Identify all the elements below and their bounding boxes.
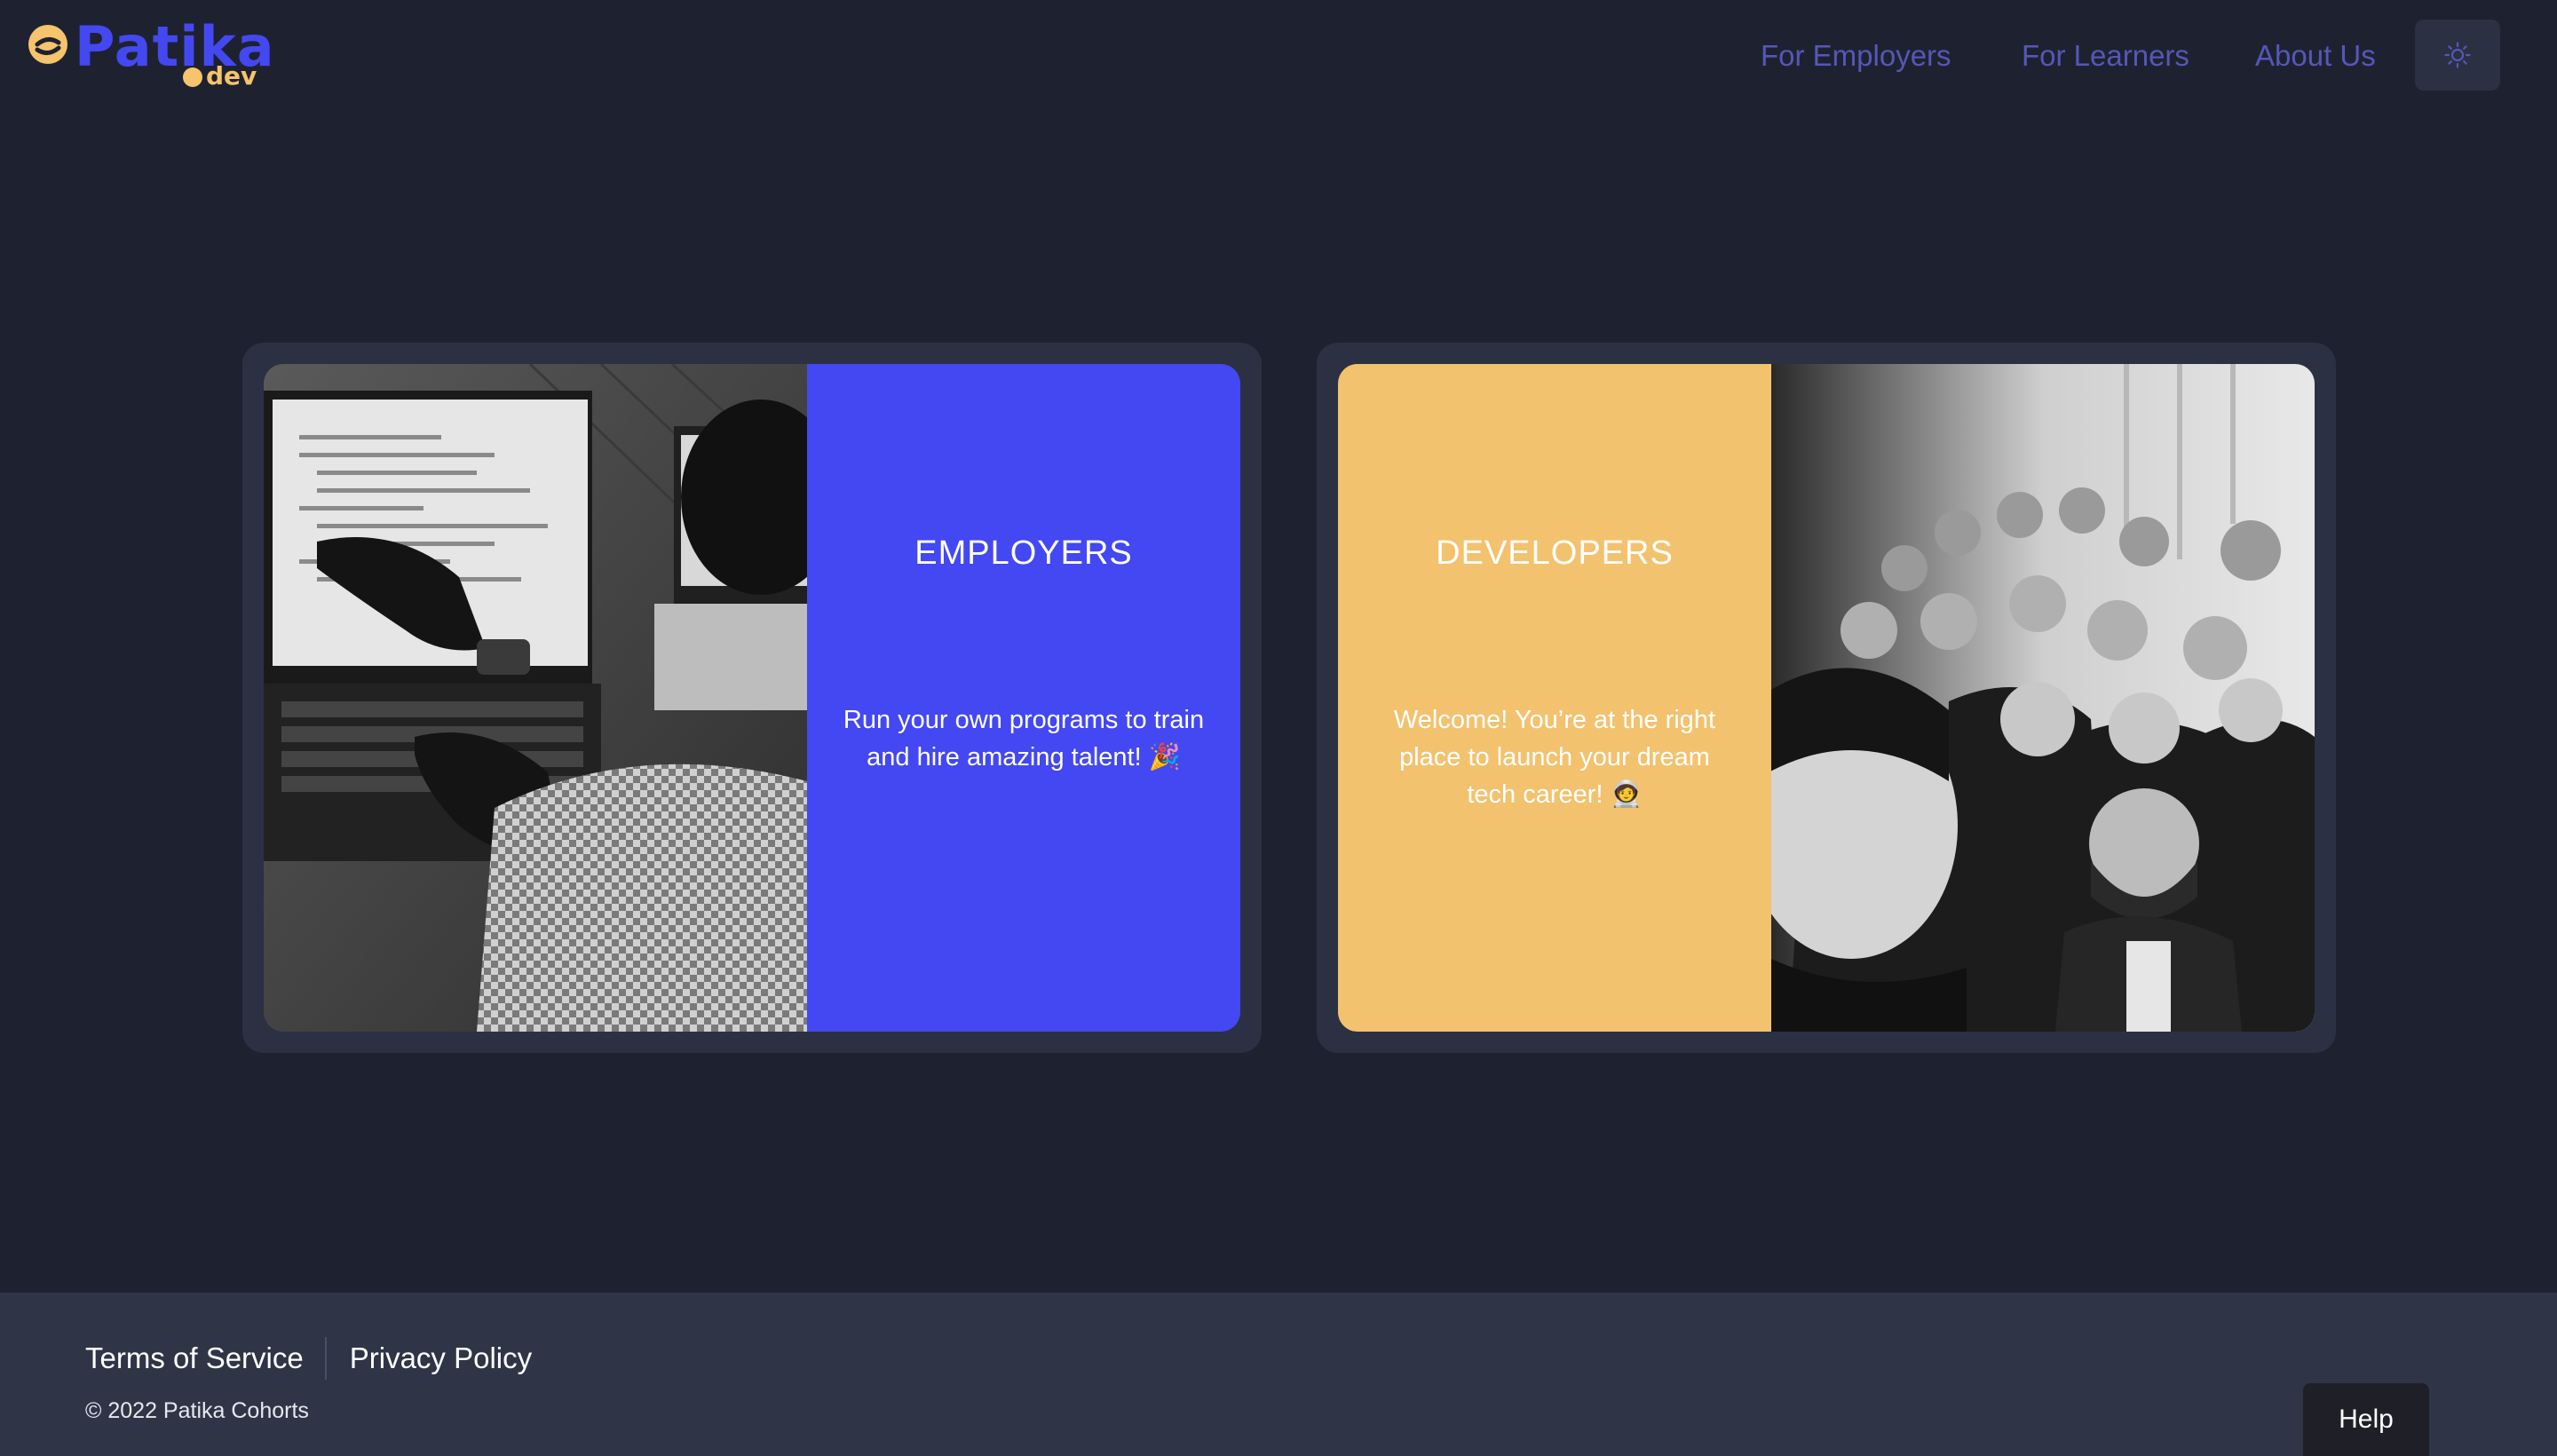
patika-logo[interactable]: Patika dev	[27, 16, 274, 98]
employers-title: EMPLOYERS	[914, 534, 1133, 572]
developers-panel: DEVELOPERS Welcome! You’re at the right …	[1338, 364, 1771, 1032]
employers-description: Run your own programs to train and hire …	[843, 706, 1205, 772]
nav-about-us[interactable]: About Us	[2255, 32, 2376, 80]
employers-card[interactable]: EMPLOYERS Run your own programs to train…	[242, 343, 1262, 1053]
help-button[interactable]: Help	[2303, 1383, 2429, 1456]
logo-dot	[183, 67, 202, 87]
group-selfie-photo	[1771, 364, 2315, 1032]
privacy-policy-link[interactable]: Privacy Policy	[350, 1335, 532, 1381]
developers-title: DEVELOPERS	[1436, 534, 1674, 572]
developers-card-inner: DEVELOPERS Welcome! You’re at the right …	[1338, 364, 2315, 1032]
patika-logo-icon	[28, 25, 67, 64]
nav-for-learners[interactable]: For Learners	[2022, 32, 2189, 80]
copyright-text: © 2022 Patika Cohorts	[85, 1398, 309, 1423]
employers-card-inner: EMPLOYERS Run your own programs to train…	[264, 364, 1240, 1032]
nav-for-employers[interactable]: For Employers	[1761, 32, 1951, 80]
employers-panel: EMPLOYERS Run your own programs to train…	[807, 364, 1240, 1032]
footer-divider	[324, 1337, 327, 1380]
site-footer: Terms of Service Privacy Policy © 2022 P…	[0, 1293, 2557, 1456]
footer-links: Terms of Service Privacy Policy	[85, 1335, 532, 1381]
developers-description: Welcome! You’re at the right place to la…	[1393, 706, 1716, 809]
terms-of-service-link[interactable]: Terms of Service	[85, 1335, 304, 1381]
developers-card[interactable]: DEVELOPERS Welcome! You’re at the right …	[1317, 343, 2336, 1053]
logo-suffix: dev	[206, 61, 257, 91]
laptop-coding-photo	[264, 364, 807, 1032]
group-selfie-illustration	[1771, 364, 2315, 1032]
site-header: Patika dev For Employers For Learners Ab…	[0, 0, 2557, 111]
theme-toggle-button[interactable]	[2415, 20, 2500, 91]
laptop-coding-illustration	[264, 364, 807, 1032]
sun-icon	[2444, 42, 2471, 68]
